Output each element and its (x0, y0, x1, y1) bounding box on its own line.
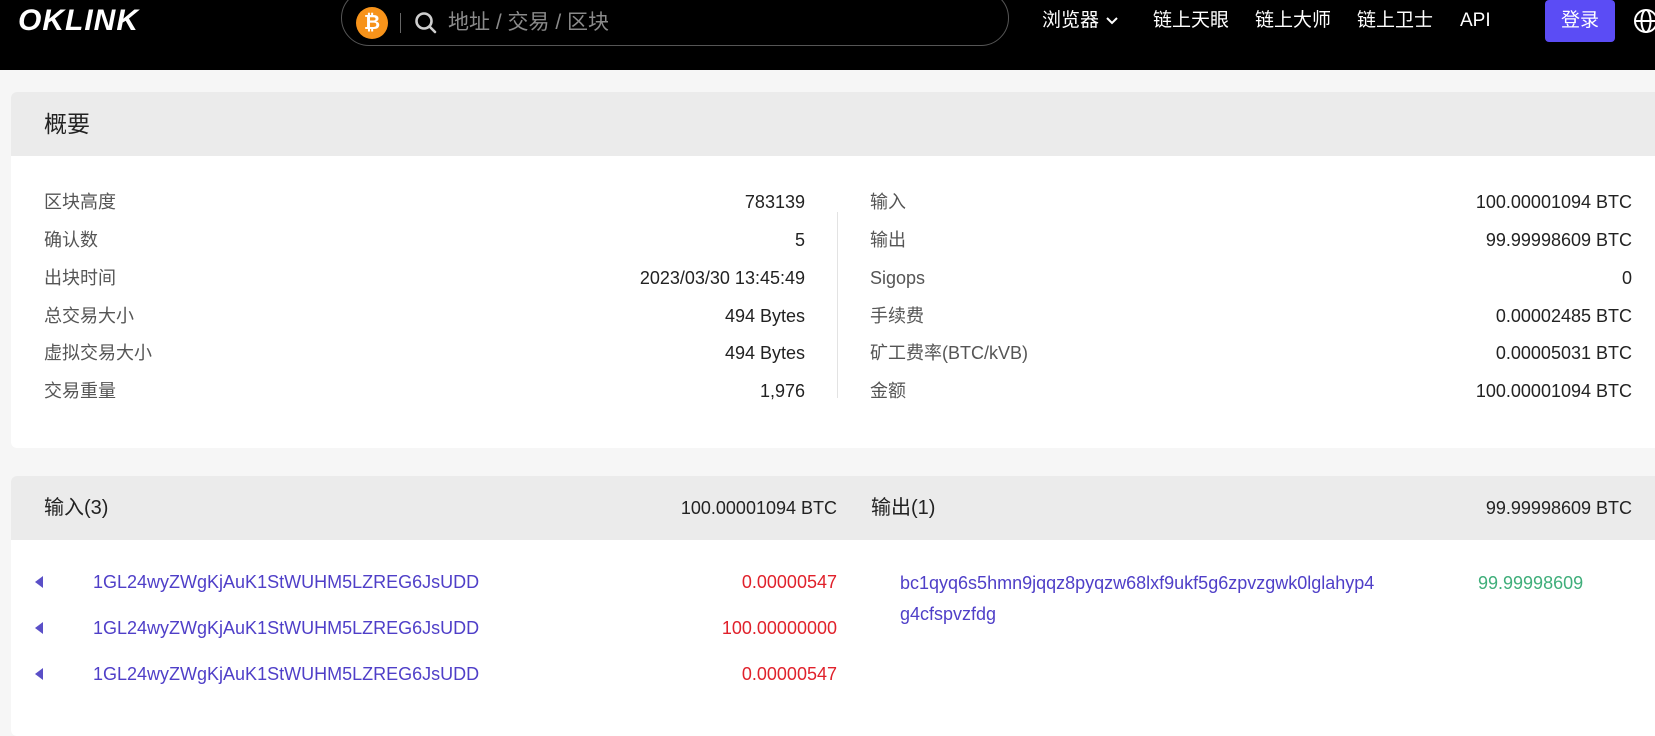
info-row-fee: 手续费 0.00002485 BTC (870, 297, 1632, 335)
input-address-link[interactable]: 1GL24wyZWgKjAuK1StWUHM5LZREG6JsUDD (93, 654, 479, 694)
input-row: 1GL24wyZWgKjAuK1StWUHM5LZREG6JsUDD 0.000… (0, 654, 840, 694)
info-row-virtual-size: 虚拟交易大小 494 Bytes (44, 334, 805, 372)
info-value: 0.00002485 BTC (1495, 306, 1632, 326)
info-value: 494 Bytes (724, 343, 805, 363)
input-amount: 0.00000547 (741, 664, 837, 684)
info-row-tx-weight: 交易重量 1,976 (44, 372, 805, 410)
info-value: 2023/03/30 13:45:49 (639, 268, 805, 288)
expand-arrow-icon[interactable] (35, 622, 43, 634)
search-input[interactable] (446, 5, 970, 41)
info-label: Sigops (870, 268, 926, 288)
info-label: 确认数 (44, 230, 98, 250)
nav-browser-label: 浏览器 (1042, 10, 1100, 31)
input-row: 1GL24wyZWgKjAuK1StWUHM5LZREG6JsUDD 0.000… (0, 562, 840, 602)
info-row-sigops: Sigops 0 (870, 259, 1632, 297)
overview-header: 概要 (11, 92, 1655, 156)
top-navigation-bar: OKLINK ₿ 浏览器 链上天眼 链上大师 链上卫士 API 登录 (0, 0, 1655, 70)
outputs-total: 99.99998609 BTC (1485, 498, 1632, 518)
input-amount: 100.00000000 (721, 618, 837, 638)
bitcoin-icon[interactable]: ₿ (356, 7, 388, 39)
info-row-fee-rate: 矿工费率(BTC/kVB) 0.00005031 BTC (870, 334, 1632, 372)
search-box[interactable]: ₿ (341, 0, 1009, 46)
info-label: 出块时间 (44, 268, 116, 288)
info-label: 矿工费率(BTC/kVB) (870, 343, 1029, 363)
nav-onchain-master[interactable]: 链上大师 (1255, 0, 1331, 42)
inputs-total: 100.00001094 BTC (680, 498, 837, 518)
outputs-heading: 输出(1) (871, 497, 936, 519)
nav-onchain-eye[interactable]: 链上天眼 (1153, 0, 1229, 42)
chevron-down-icon (1106, 17, 1118, 25)
info-row-confirmations: 确认数 5 (44, 221, 805, 259)
info-row-amount: 金额 100.00001094 BTC (870, 372, 1632, 410)
nav-onchain-guard[interactable]: 链上卫士 (1357, 0, 1433, 42)
info-label: 总交易大小 (44, 306, 134, 326)
info-label: 虚拟交易大小 (44, 343, 152, 363)
info-value: 0 (1621, 268, 1632, 288)
search-icon (415, 12, 437, 34)
inputs-heading: 输入(3) (44, 497, 109, 519)
info-row-input: 输入 100.00001094 BTC (870, 183, 1632, 221)
info-value: 0.00005031 BTC (1495, 343, 1632, 363)
info-label: 区块高度 (44, 192, 116, 212)
output-amount: 99.99998609 (1478, 573, 1584, 593)
info-label: 金额 (870, 381, 906, 401)
info-row-output: 输出 99.99998609 BTC (870, 221, 1632, 259)
search-divider (400, 13, 401, 33)
info-value: 494 Bytes (724, 306, 805, 326)
expand-arrow-icon[interactable] (35, 668, 43, 680)
info-value[interactable]: 783139 (745, 183, 805, 221)
oklink-logo[interactable]: OKLINK (18, 4, 139, 38)
info-row-block-height: 区块高度 783139 (44, 183, 805, 221)
globe-icon[interactable] (1633, 8, 1655, 34)
info-label: 输入 (870, 192, 906, 212)
info-label: 交易重量 (44, 381, 116, 401)
output-address-link[interactable]: bc1qyq6s5hmn9jqqz8pyqzw68lxf9ukf5g6zpvzg… (900, 568, 1380, 630)
info-value: 99.99998609 BTC (1485, 230, 1632, 250)
overview-title: 概要 (44, 111, 90, 137)
info-value: 100.00001094 BTC (1475, 192, 1632, 212)
info-label: 输出 (870, 230, 906, 250)
info-label: 手续费 (870, 306, 924, 326)
column-divider (837, 212, 838, 398)
expand-arrow-icon[interactable] (35, 576, 43, 588)
input-row: 1GL24wyZWgKjAuK1StWUHM5LZREG6JsUDD 100.0… (0, 608, 840, 648)
info-row-tx-size: 总交易大小 494 Bytes (44, 297, 805, 335)
nav-browser[interactable]: 浏览器 (1042, 0, 1119, 42)
nav-api[interactable]: API (1460, 0, 1491, 42)
login-button[interactable]: 登录 (1545, 0, 1615, 42)
input-address-link[interactable]: 1GL24wyZWgKjAuK1StWUHM5LZREG6JsUDD (93, 562, 479, 602)
info-row-block-time: 出块时间 2023/03/30 13:45:49 (44, 259, 805, 297)
info-value: 5 (794, 230, 805, 250)
info-value: 1,976 (759, 381, 805, 401)
info-value: 100.00001094 BTC (1475, 381, 1632, 401)
input-address-link[interactable]: 1GL24wyZWgKjAuK1StWUHM5LZREG6JsUDD (93, 608, 479, 648)
input-amount: 0.00000547 (741, 572, 837, 592)
